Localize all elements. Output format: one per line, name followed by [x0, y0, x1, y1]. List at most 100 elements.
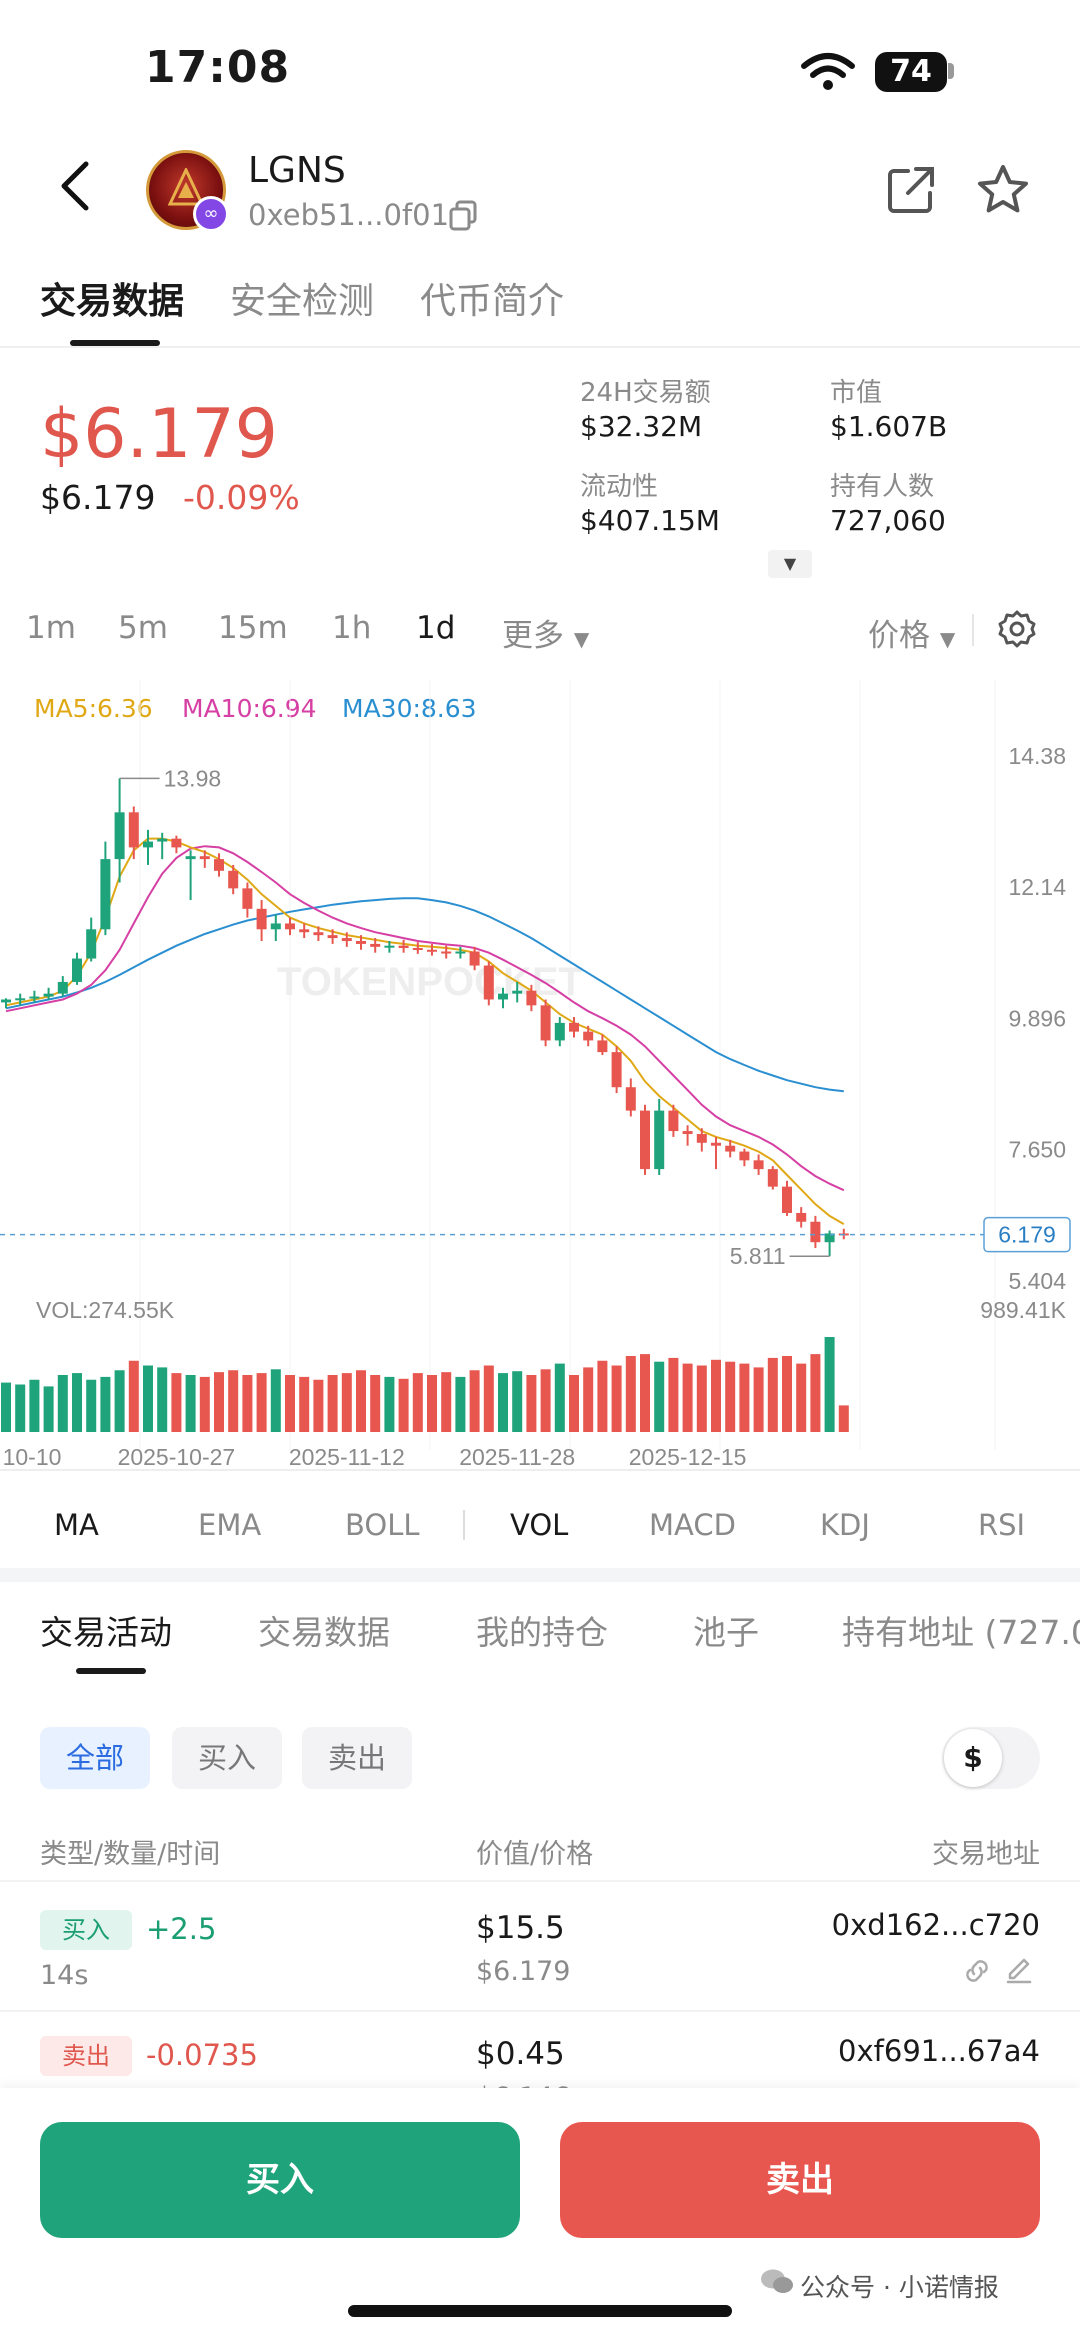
indicator-separator: [463, 1510, 465, 1540]
candle-body: [668, 1110, 679, 1132]
volume-bar: [782, 1356, 792, 1432]
indicator-macd[interactable]: MACD: [649, 1508, 736, 1542]
ma10-line: [5, 845, 845, 1192]
candle-body: [483, 965, 494, 1000]
filter-sell[interactable]: 卖出: [302, 1727, 412, 1789]
home-indicator: [348, 2305, 732, 2317]
volume-bar: [711, 1359, 721, 1432]
candle-body: [327, 935, 338, 939]
trade-address[interactable]: 0xd162...c720: [832, 1908, 1040, 1942]
star-favorite-icon[interactable]: [975, 163, 1031, 217]
candle-body: [370, 943, 381, 947]
chart-watermark: TOKENPOCKET: [277, 960, 583, 1004]
back-arrow-icon[interactable]: [58, 160, 94, 212]
tab-my-holdings[interactable]: 我的持仓: [476, 1606, 608, 1654]
indicator-rsi[interactable]: RSI: [978, 1508, 1025, 1542]
share-icon[interactable]: [886, 165, 936, 215]
candle-body: [285, 923, 295, 930]
interval-1d[interactable]: 1d: [416, 610, 455, 646]
candle-body: [299, 929, 310, 933]
indicator-ma[interactable]: MA: [54, 1508, 99, 1542]
ma5-line: [5, 837, 845, 1225]
volume-bar: [540, 1369, 551, 1432]
candle-body: [611, 1052, 622, 1088]
volume-bar: [483, 1365, 494, 1432]
price-type-dropdown[interactable]: 价格 ▼: [868, 610, 955, 655]
y-tick-label: 5.404: [1008, 1268, 1066, 1294]
caret-down-icon: ▼: [939, 627, 956, 651]
tab-token-intro[interactable]: 代币简介: [420, 272, 564, 324]
indicator-boll[interactable]: BOLL: [345, 1508, 420, 1542]
interval-15m[interactable]: 15m: [218, 610, 288, 646]
volume-bar: [469, 1370, 480, 1432]
candle-body: [100, 859, 111, 930]
more-label: 更多: [502, 618, 564, 654]
token-address[interactable]: 0xeb51...0f01: [248, 198, 449, 232]
candle-body: [767, 1169, 778, 1187]
candle-body: [356, 940, 366, 944]
edit-pencil-icon[interactable]: [1004, 1958, 1034, 1984]
x-tick-label: 2025-11-12: [289, 1444, 405, 1470]
filter-all[interactable]: 全部: [40, 1727, 150, 1789]
tab-trade-data[interactable]: 交易数据: [258, 1606, 390, 1654]
candle-body: [682, 1131, 693, 1135]
trade-time: 14s: [40, 1960, 89, 1991]
filter-buy[interactable]: 买入: [172, 1727, 282, 1789]
wifi-icon: [801, 53, 855, 90]
indicator-ema[interactable]: EMA: [198, 1508, 261, 1542]
volume-bar: [441, 1372, 452, 1432]
volume-bar: [611, 1365, 622, 1432]
tab-security-check[interactable]: 安全检测: [230, 272, 374, 324]
trade-value: $0.45: [476, 2036, 565, 2072]
candle-body: [15, 998, 26, 1001]
candle-body: [128, 812, 139, 848]
indicator-vol[interactable]: VOL: [510, 1508, 568, 1542]
stat-marketcap-value: $1.607B: [830, 410, 948, 443]
interval-1h[interactable]: 1h: [332, 610, 371, 646]
candle-body: [143, 841, 153, 848]
expand-stats-button[interactable]: ▼: [768, 550, 812, 578]
trade-address[interactable]: 0xf691...67a4: [838, 2034, 1040, 2068]
candle-body: [569, 1022, 579, 1032]
interval-1m[interactable]: 1m: [26, 610, 76, 646]
link-icon[interactable]: [962, 1958, 992, 1984]
candlestick-chart[interactable]: TOKENPOCKET 14.38 12.14 9.896 7.650 5.404 13.…: [0, 680, 1080, 1480]
gear-settings-icon[interactable]: [998, 610, 1036, 648]
tab-pools[interactable]: 池子: [693, 1606, 759, 1654]
more-intervals-dropdown[interactable]: 更多 ▼: [502, 610, 589, 655]
candle-body: [171, 838, 182, 848]
candle-body: [86, 929, 97, 959]
candle-body: [640, 1110, 650, 1170]
indicator-kdj[interactable]: KDJ: [820, 1508, 870, 1542]
candle-body: [455, 951, 466, 954]
volume-bar: [15, 1384, 26, 1432]
volume-bar: [157, 1367, 168, 1432]
type-badge-buy: 买入: [40, 1910, 132, 1950]
sell-button[interactable]: 卖出: [560, 2122, 1040, 2238]
interval-5m[interactable]: 5m: [118, 610, 168, 646]
divider: [0, 346, 1080, 348]
volume-bar: [427, 1375, 437, 1432]
x-tick-label: 10-10: [3, 1444, 62, 1470]
candle-body: [469, 951, 480, 966]
volume-bar: [412, 1373, 423, 1432]
tab-trading-data[interactable]: 交易数据: [40, 272, 184, 324]
row-divider: [0, 2010, 1080, 2012]
volume-bar: [526, 1375, 537, 1432]
volume-bar: [228, 1370, 239, 1432]
candle-body: [810, 1221, 821, 1243]
stat-volume-value: $32.32M: [580, 410, 703, 443]
buy-button[interactable]: 买入: [40, 2122, 520, 2238]
volume-label: VOL:274.55K: [36, 1297, 175, 1323]
volume-bar: [128, 1360, 139, 1432]
currency-toggle-knob[interactable]: $: [944, 1729, 1002, 1787]
y-tick-label: 7.650: [1008, 1137, 1066, 1163]
price-change: -0.09%: [183, 478, 300, 517]
copy-icon[interactable]: [448, 200, 478, 232]
volume-bar: [327, 1375, 338, 1432]
volume-bar: [654, 1361, 665, 1432]
tab-trade-activity[interactable]: 交易活动: [40, 1606, 172, 1654]
tab-holder-addresses[interactable]: 持有地址 (727.0: [842, 1606, 1080, 1654]
volume-bar: [725, 1361, 736, 1432]
price-type-label: 价格: [868, 618, 930, 654]
